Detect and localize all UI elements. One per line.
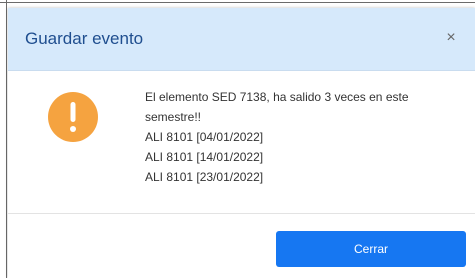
message-line: ALI 8101 [23/01/2022] [145,170,264,184]
save-event-dialog: Guardar evento × El elemento SED 7138, h… [8,8,475,278]
exclamation-warning-icon [48,92,98,142]
background-border-line [0,2,475,3]
background-border-line [6,0,7,278]
message-line: semestre!! [145,110,202,124]
message-line: ALI 8101 [04/01/2022] [145,130,264,144]
close-button[interactable]: Cerrar [276,231,466,267]
dialog-title: Guardar evento [25,29,144,48]
message-line: El elemento SED 7138, ha salido 3 veces … [145,90,409,104]
footer-divider [8,213,475,214]
message-line: ALI 8101 [14/01/2022] [145,150,264,164]
dialog-header: Guardar evento × [8,8,475,71]
dialog-body: El elemento SED 7138, ha salido 3 veces … [8,71,475,213]
close-icon[interactable]: × [441,28,461,48]
dialog-message: El elemento SED 7138, ha salido 3 veces … [145,87,460,187]
